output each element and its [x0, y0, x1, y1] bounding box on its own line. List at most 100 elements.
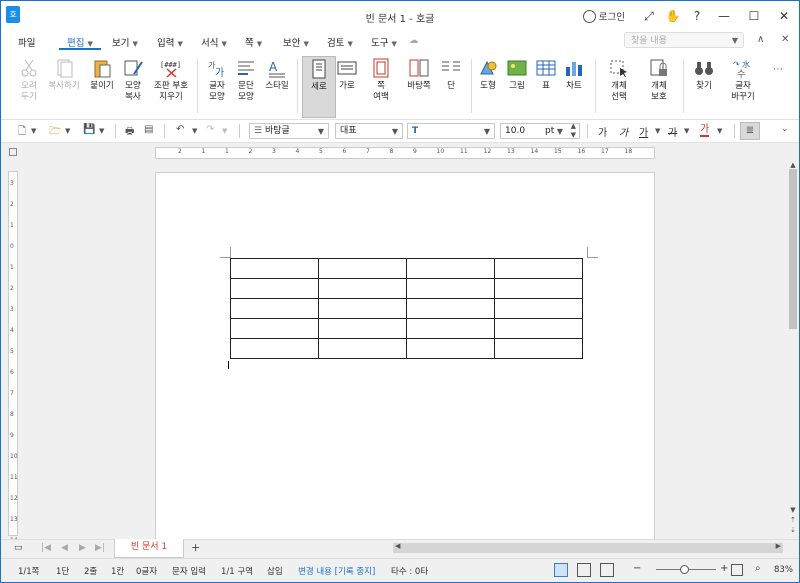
vertical-scrollbar[interactable]: ▲ ▼ ⇡ ⇣ — [787, 161, 799, 539]
prev-tab-icon[interactable]: ◀ — [61, 543, 68, 553]
maximize-button[interactable]: ☐ — [739, 9, 769, 23]
table-cell[interactable] — [318, 318, 407, 339]
status-track-changes[interactable]: 변경 내용 [기록 중지] — [298, 565, 375, 577]
page-up-icon[interactable]: ⇡ — [787, 516, 799, 524]
chevron-down-icon[interactable]: ▼ — [655, 127, 660, 135]
normal-view-icon[interactable] — [554, 563, 568, 577]
zoom-slider-thumb[interactable] — [680, 565, 689, 574]
table-cell[interactable] — [318, 278, 407, 299]
menu-edit[interactable]: 편집 ▼ — [67, 35, 93, 49]
landscape-button[interactable]: 가로 — [331, 56, 363, 92]
picture-button[interactable]: 그림 — [501, 56, 533, 92]
columns-button[interactable]: 단 — [435, 56, 467, 92]
redo-icon[interactable]: ↷ — [206, 124, 214, 135]
table-cell[interactable] — [318, 338, 407, 359]
horizontal-ruler[interactable]: 2 1 1 2 3 4 5 6 7 8 9 10 11 12 13 14 15 16 17 18 — [155, 147, 655, 159]
minimize-button[interactable]: — — [709, 9, 739, 23]
ribbon-collapse-icon[interactable]: ∧ — [757, 34, 764, 45]
table-cell[interactable] — [494, 318, 583, 339]
ribbon-close-icon[interactable]: ✕ — [781, 34, 789, 45]
find-button[interactable]: 찾기 — [688, 56, 720, 92]
font-size-stepper[interactable]: 10.0 pt ▼ ▲ ▼ — [500, 122, 580, 140]
undo-icon[interactable]: ↶ — [176, 124, 184, 135]
scroll-right-icon[interactable]: ▶ — [776, 542, 781, 550]
next-tab-icon[interactable]: ▶ — [79, 543, 86, 553]
clear-codes-button[interactable]: [###] 조판 부호 지우기 — [151, 56, 191, 103]
close-button[interactable]: ✕ — [769, 9, 799, 23]
strikethrough-button[interactable]: 가 — [668, 124, 677, 139]
style-select[interactable]: ☰ 바탕글 ▼ — [249, 123, 329, 139]
master-page-button[interactable]: 바탕쪽 — [403, 56, 435, 92]
tab-list-icon[interactable]: ▭ — [14, 543, 23, 553]
document-table[interactable] — [230, 258, 583, 359]
para-shape-button[interactable]: 문단 모양 — [230, 56, 262, 103]
chevron-down-icon[interactable]: ▼ — [192, 127, 197, 135]
font-select[interactable]: T ▼ — [407, 123, 495, 139]
chevron-down-icon[interactable]: ▼ — [222, 127, 227, 135]
style-button[interactable]: A 스타일 — [261, 56, 293, 92]
table-cell[interactable] — [406, 298, 495, 319]
format-copy-button[interactable]: 모양 복사 — [117, 56, 149, 103]
object-select-button[interactable]: 개체 선택 — [603, 56, 635, 103]
table-cell[interactable] — [494, 258, 583, 279]
hand-icon[interactable]: ✋ — [661, 9, 685, 23]
table-cell[interactable] — [494, 338, 583, 359]
menu-review[interactable]: 검토 ▼ — [327, 35, 353, 49]
spin-icon[interactable]: ▲ ▼ — [571, 122, 576, 140]
menu-view[interactable]: 보기 ▼ — [112, 35, 138, 49]
help-icon[interactable]: ? — [685, 9, 709, 23]
zoom-in-icon[interactable]: + — [720, 563, 728, 574]
add-tab-button[interactable]: + — [191, 541, 200, 554]
underline-button[interactable]: 가 — [639, 124, 648, 139]
scroll-thumb[interactable] — [789, 169, 797, 329]
copy-button[interactable]: 복사하기 — [48, 56, 80, 92]
menu-tools[interactable]: 도구 ▼ — [371, 35, 397, 49]
table-cell[interactable] — [230, 318, 319, 339]
table-cell[interactable] — [318, 258, 407, 279]
bold-button[interactable]: 가 — [598, 124, 607, 139]
save-icon[interactable]: 💾 — [83, 124, 95, 135]
chevron-down-icon[interactable]: ▼ — [99, 127, 104, 135]
zoom-level[interactable]: 83% — [774, 565, 793, 575]
chevron-down-icon[interactable]: ▼ — [31, 127, 36, 135]
expand-icon[interactable]: ⤢ — [637, 9, 661, 24]
tab-document[interactable]: 빈 문서 1 — [114, 539, 184, 558]
search-input[interactable]: 찾을 내용 ▼ — [624, 32, 744, 48]
login-button[interactable]: 로그인 — [582, 9, 625, 23]
last-tab-icon[interactable]: ▶| — [95, 543, 105, 553]
cut-button[interactable]: 오려 두기 — [13, 56, 45, 103]
chevron-down-icon[interactable]: ▼ — [717, 127, 722, 135]
table-cell[interactable] — [494, 298, 583, 319]
new-document-icon[interactable]: 🗋 — [18, 124, 26, 141]
print-icon[interactable]: 🖶 — [125, 124, 134, 141]
status-insert[interactable]: 삽입 — [267, 565, 283, 577]
table-cell[interactable] — [406, 278, 495, 299]
page-view-icon[interactable] — [600, 563, 614, 577]
scroll-left-icon[interactable]: ◀ — [395, 542, 400, 550]
language-select[interactable]: 대표 ▼ — [335, 123, 403, 139]
table-cell[interactable] — [406, 318, 495, 339]
chevron-down-icon[interactable]: ▼ — [732, 33, 738, 49]
fit-page-icon[interactable] — [731, 564, 743, 576]
chevron-down-icon[interactable]: ▼ — [65, 127, 70, 135]
replace-char-button[interactable]: ↷ 水 수 글자 바꾸기 — [725, 56, 761, 103]
object-protect-button[interactable]: 개체 보호 — [643, 56, 675, 103]
ribbon-more-indicator[interactable]: ⋯ — [767, 56, 787, 81]
table-cell[interactable] — [406, 338, 495, 359]
toolbar-expand-icon[interactable]: ⌄ — [781, 124, 789, 134]
zoom-out-icon[interactable]: − — [633, 563, 641, 574]
menu-file[interactable]: 파일 — [18, 35, 35, 49]
zoom-search-icon[interactable]: ⌕ — [755, 563, 761, 574]
width-view-icon[interactable] — [577, 563, 591, 577]
first-tab-icon[interactable]: |◀ — [41, 543, 51, 553]
page-down-icon[interactable]: ⇣ — [787, 526, 799, 534]
font-color-button[interactable]: 가 — [700, 124, 710, 137]
menu-format[interactable]: 서식 ▼ — [201, 35, 227, 49]
scroll-down-icon[interactable]: ▼ — [787, 506, 799, 514]
table-cell[interactable] — [318, 298, 407, 319]
chevron-down-icon[interactable]: ▼ — [684, 127, 689, 135]
scroll-up-icon[interactable]: ▲ — [787, 161, 799, 169]
paste-button[interactable]: 붙이기 — [86, 56, 118, 92]
table-cell[interactable] — [230, 258, 319, 279]
status-page[interactable]: 1/1쪽 — [18, 565, 40, 577]
